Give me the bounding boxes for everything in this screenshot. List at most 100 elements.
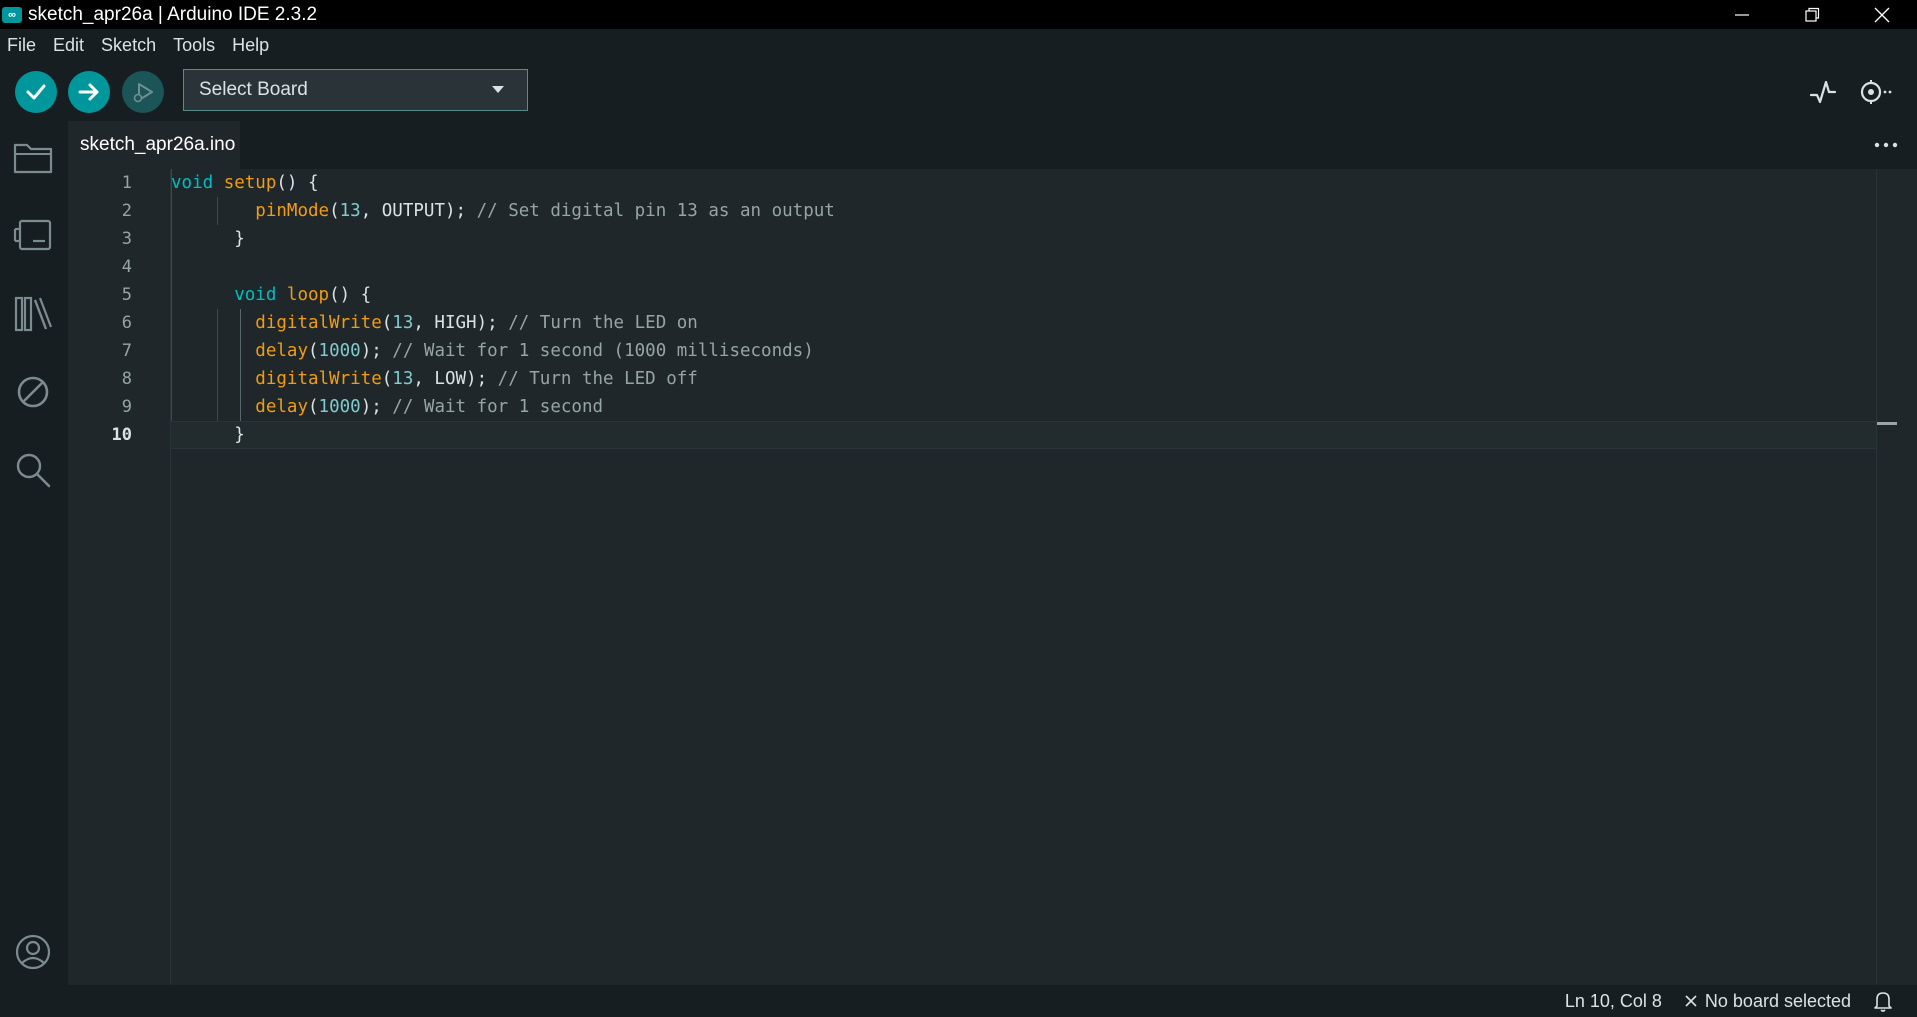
board-select-dropdown[interactable]: Select Board xyxy=(183,69,528,111)
code-token: ( xyxy=(307,397,319,417)
line-number: 4 xyxy=(121,257,132,277)
code-token: 1000 xyxy=(318,341,361,361)
code-token: } xyxy=(171,229,245,249)
more-options-button[interactable] xyxy=(1871,133,1901,157)
menu-edit[interactable]: Edit xyxy=(46,35,94,56)
restore-button[interactable] xyxy=(1777,0,1847,29)
arrow-right-icon xyxy=(78,83,99,101)
code-token: 13 xyxy=(339,201,361,221)
menu-sketch[interactable]: Sketch xyxy=(94,35,166,56)
line-number: 9 xyxy=(121,397,132,417)
code-token: 1000 xyxy=(318,397,361,417)
code-area[interactable]: void setup() { pinMode(13, OUTPUT); // S… xyxy=(171,169,1897,985)
editor-scrollbar[interactable] xyxy=(1876,169,1897,985)
code-editor[interactable]: 1 2 3 4 5 6 7 8 9 10 void setup() { pinMode(13, O… xyxy=(68,169,1897,985)
debug-no-icon xyxy=(17,376,49,408)
debug-button[interactable] xyxy=(122,71,164,113)
library-manager-button[interactable] xyxy=(12,292,54,334)
scrollbar-cursor-marker xyxy=(1877,422,1897,425)
account-icon xyxy=(15,934,51,970)
code-token: // Turn the LED on xyxy=(508,313,698,333)
code-token: ( xyxy=(381,369,393,389)
code-token: () { xyxy=(329,285,372,305)
bell-icon xyxy=(1874,992,1892,1012)
code-token: void xyxy=(234,285,277,305)
serial-monitor-button[interactable] xyxy=(1856,71,1898,113)
sketchbook-button[interactable] xyxy=(12,136,54,178)
toolbar: Select Board xyxy=(0,61,1917,121)
code-line[interactable] xyxy=(171,253,1897,281)
menu-tools[interactable]: Tools xyxy=(166,35,225,56)
title-bar: ∞ sketch_apr26a | Arduino IDE 2.3.2 xyxy=(0,0,1917,29)
code-token: digitalWrite xyxy=(255,369,382,389)
code-token: delay xyxy=(255,341,308,361)
board-select-label: Select Board xyxy=(199,79,308,100)
code-token: ); xyxy=(360,341,393,361)
code-token: setup xyxy=(223,173,277,193)
upload-button[interactable] xyxy=(68,71,110,113)
restore-icon xyxy=(1805,7,1820,22)
code-line[interactable]: void setup() { xyxy=(171,169,1897,197)
code-token: pinMode xyxy=(255,201,330,221)
minimize-button[interactable] xyxy=(1707,0,1777,29)
code-line[interactable]: digitalWrite(13, LOW); // Turn the LED o… xyxy=(171,365,1897,393)
boards-manager-button[interactable] xyxy=(12,214,54,256)
code-line[interactable]: delay(1000); // Wait for 1 second xyxy=(171,393,1897,421)
cursor-position[interactable]: Ln 10, Col 8 xyxy=(1565,991,1662,1012)
code-line[interactable]: digitalWrite(13, HIGH); // Turn the LED … xyxy=(171,309,1897,337)
line-number: 10 xyxy=(111,425,132,445)
search-button[interactable] xyxy=(12,449,54,491)
board-manager-icon xyxy=(13,219,52,251)
code-line[interactable]: } xyxy=(171,421,1897,449)
close-icon xyxy=(1685,995,1697,1007)
close-button[interactable] xyxy=(1847,0,1917,29)
menu-file[interactable]: File xyxy=(0,35,46,56)
line-number-gutter: 1 2 3 4 5 6 7 8 9 10 xyxy=(68,169,170,985)
code-token: delay xyxy=(255,397,308,417)
code-line[interactable]: pinMode(13, OUTPUT); // Set digital pin … xyxy=(171,197,1897,225)
code-line[interactable]: void loop() { xyxy=(171,281,1897,309)
code-token: 13 xyxy=(392,313,414,333)
code-token: void xyxy=(171,173,214,193)
debug-play-icon xyxy=(133,83,153,103)
chevron-down-icon xyxy=(492,86,504,93)
debug-panel-button[interactable] xyxy=(12,371,54,413)
code-token: , OUTPUT); xyxy=(360,201,477,221)
code-token: } xyxy=(171,425,245,445)
code-line[interactable]: } xyxy=(171,225,1897,253)
line-number: 2 xyxy=(121,201,132,221)
code-token: digitalWrite xyxy=(255,313,382,333)
minimize-icon xyxy=(1735,13,1749,16)
arduino-infinity-icon: ∞ xyxy=(2,6,22,23)
line-number: 6 xyxy=(121,313,132,333)
folder-icon xyxy=(13,143,53,174)
code-token: ( xyxy=(329,201,340,221)
menu-help[interactable]: Help xyxy=(225,35,279,56)
account-button[interactable] xyxy=(12,931,54,973)
board-status-label: No board selected xyxy=(1704,990,1851,1011)
serial-plotter-button[interactable] xyxy=(1802,71,1844,113)
line-number: 3 xyxy=(121,229,132,249)
tab-label: sketch_apr26a.ino xyxy=(80,134,236,155)
code-token: loop xyxy=(286,285,330,305)
board-status[interactable]: No board selected xyxy=(1684,991,1851,1012)
code-token: , LOW); xyxy=(413,369,498,389)
serial-monitor-icon xyxy=(1860,80,1892,104)
search-icon xyxy=(16,453,51,488)
status-bar: Ln 10, Col 8 No board selected xyxy=(0,985,1917,1017)
tab-bar: sketch_apr26a.ino xyxy=(68,121,1917,169)
code-line[interactable]: delay(1000); // Wait for 1 second (1000 … xyxy=(171,337,1897,365)
verify-button[interactable] xyxy=(15,71,57,113)
code-token: // Wait for 1 second xyxy=(392,397,604,417)
code-token: 13 xyxy=(392,369,414,389)
library-icon xyxy=(14,296,53,332)
tab-sketch-file[interactable]: sketch_apr26a.ino xyxy=(68,121,240,169)
code-token: ); xyxy=(360,397,393,417)
plotter-icon xyxy=(1809,80,1837,104)
notifications-button[interactable] xyxy=(1873,990,1893,1012)
